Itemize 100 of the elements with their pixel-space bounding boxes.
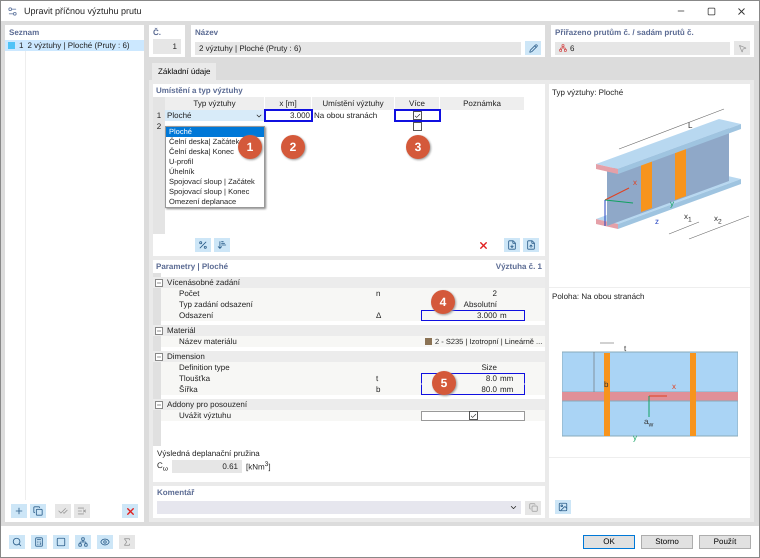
drawing-label: x: [672, 382, 676, 391]
drawing-label: x$_{2}$: [714, 214, 722, 226]
group-title: Vícenásobné zadání: [167, 278, 240, 288]
section-title: Umístění a typ výztuhy: [156, 86, 243, 95]
check-icon: [414, 112, 421, 120]
header-corner: [153, 97, 165, 110]
delete-button[interactable]: [122, 504, 138, 518]
parameter-value: 80.0: [481, 385, 498, 394]
dialog-button[interactable]: OK: [583, 534, 635, 548]
double-check-icon: [58, 506, 68, 516]
file-download-icon: [507, 240, 517, 250]
unit: mm: [500, 385, 514, 394]
collapse-icon[interactable]: [155, 400, 163, 409]
delete-icon: [124, 506, 136, 516]
dialog-button[interactable]: Storno: [641, 534, 693, 548]
maximize-icon: [706, 6, 716, 16]
parameter-value: 2: [492, 289, 498, 298]
drawing-label: y: [670, 199, 674, 208]
spring-label: Výsledná deplanační pružina: [157, 449, 261, 458]
collapse-icon[interactable]: [155, 326, 163, 335]
search-icon: [12, 536, 22, 546]
members-value: 6: [570, 44, 574, 52]
pointer-icon: [738, 44, 746, 52]
export-button[interactable]: [523, 238, 539, 252]
dialog-button[interactable]: Použít: [699, 534, 751, 548]
name-field: 2 výztuhy | Ploché (Pruty : 6): [195, 42, 521, 54]
display-button[interactable]: [555, 500, 571, 514]
drawing-label: t: [624, 344, 626, 353]
calculator-button[interactable]: [31, 534, 47, 548]
column-header: Poznámka: [440, 97, 525, 110]
parameter-value: 3.000: [476, 311, 498, 320]
hierarchy-button[interactable]: [75, 534, 91, 548]
field-label: Komentář: [157, 488, 196, 497]
parameter-label: Odsazení: [178, 311, 214, 320]
check-icon: [470, 412, 476, 420]
drawing-label: z: [655, 217, 659, 226]
row-number: 1: [153, 110, 165, 121]
symbol: Δ: [376, 311, 382, 320]
collapse-icon[interactable]: [155, 278, 163, 287]
parameter-value: Size: [481, 363, 498, 372]
preview-title: Typ výztuhy: Ploché: [551, 87, 624, 99]
type-select[interactable]: Ploché: [165, 110, 265, 121]
percent-icon: [198, 240, 208, 250]
drawing-label: x: [633, 178, 637, 187]
column-header: x [m]: [265, 97, 312, 110]
list-item[interactable]: 1 2 výztuhy | Ploché (Pruty : 6): [5, 40, 144, 51]
table-cell-text: Na obou stranách: [313, 110, 378, 121]
copy-icon: [528, 503, 538, 512]
file-upload-icon: [526, 240, 536, 250]
calculator-icon: [34, 536, 44, 546]
checkbox[interactable]: [413, 122, 422, 131]
drawing-label: a$_{w}$: [644, 417, 654, 429]
drawing-label: L: [688, 121, 692, 130]
number-field: 1: [153, 39, 181, 54]
delete-icon: [478, 240, 488, 251]
symbol: b: [376, 385, 382, 394]
window-title: Upravit příčnou výztuhu prutu: [24, 6, 143, 16]
add-button[interactable]: [11, 504, 27, 518]
member-icon: [559, 44, 567, 52]
panel-title: Seznam: [8, 27, 40, 39]
checkbox[interactable]: [413, 111, 422, 120]
field-label: Název: [195, 27, 220, 39]
tab[interactable]: Základní údaje: [152, 63, 216, 80]
function-button[interactable]: [119, 534, 135, 548]
copy-button[interactable]: [30, 504, 46, 518]
preview-title: Poloha: Na obou stranách: [551, 291, 646, 303]
section-title: Parametry | Ploché: [156, 262, 228, 272]
sort-button[interactable]: [214, 238, 230, 252]
group-title: Materiál: [167, 326, 196, 336]
import-button[interactable]: [504, 238, 520, 252]
square-icon: [56, 536, 66, 546]
unit: mm: [500, 374, 514, 384]
percent-button[interactable]: [195, 238, 211, 252]
column-header: Více: [395, 97, 440, 110]
comment-button[interactable]: [525, 500, 541, 515]
edit-button[interactable]: [525, 41, 541, 55]
column-header: Typ výztuhy: [165, 97, 265, 110]
close-icon: [736, 6, 746, 16]
parameter-label: Typ zadání odsazení: [178, 300, 254, 310]
parameter-value: 8.0: [486, 374, 498, 384]
square-button[interactable]: [53, 534, 69, 548]
unit: [kNm$^{3}$]: [246, 461, 271, 472]
comment-field[interactable]: [157, 501, 521, 514]
parameter-label: Tloušťka: [178, 374, 212, 384]
parameter-label: Šířka: [178, 385, 199, 394]
view-button[interactable]: [97, 534, 113, 548]
uncheck-button[interactable]: [74, 504, 90, 518]
list-cross-icon: [77, 506, 87, 516]
search-button[interactable]: [9, 534, 25, 548]
symbol: n: [376, 289, 382, 298]
check-all-button[interactable]: [55, 504, 71, 518]
parameter-value: Absolutní: [464, 300, 498, 310]
column-header: Umístění výztuhy: [312, 97, 395, 110]
app-icon: [7, 6, 18, 16]
checkbox[interactable]: [421, 410, 525, 421]
collapse-icon[interactable]: [155, 352, 163, 361]
parameter-label: Definition type: [178, 363, 231, 372]
table-cell: 3.000: [265, 110, 312, 121]
unit: m: [500, 311, 508, 320]
parameter-label: Počet: [178, 289, 200, 298]
